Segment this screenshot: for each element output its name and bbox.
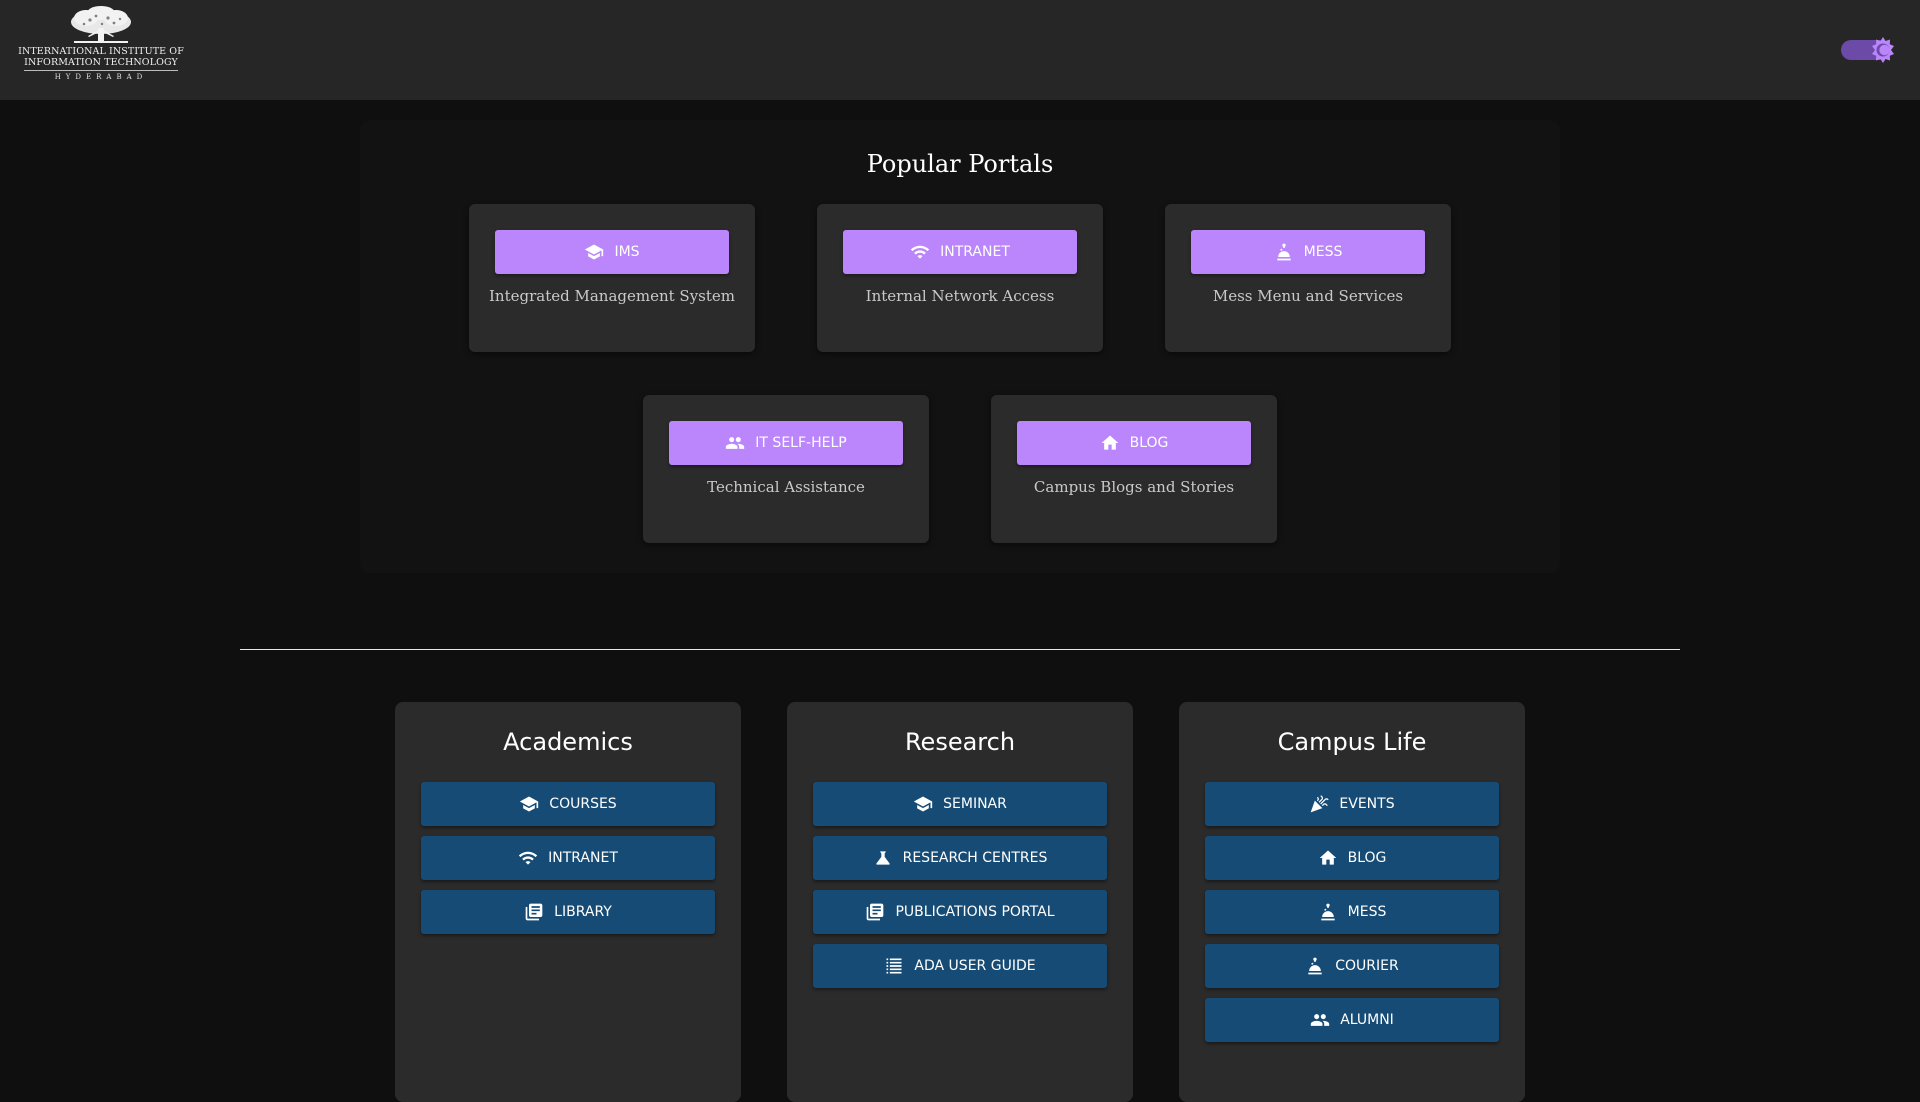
campus-blog-button[interactable]: BLOG (1205, 836, 1499, 880)
header: INTERNATIONAL INSTITUTE OF INFORMATION T… (0, 0, 1920, 100)
institute-logo[interactable]: INTERNATIONAL INSTITUTE OF INFORMATION T… (18, 6, 184, 88)
popular-portals-title: Popular Portals (866, 150, 1054, 178)
wifi-icon (518, 848, 538, 868)
campus-mess-button[interactable]: MESS (1205, 890, 1499, 934)
alumni-button[interactable]: ALUMNI (1205, 998, 1499, 1042)
intranet-button-label: INTRANET (940, 244, 1010, 260)
it-self-help-button[interactable]: IT SELF-HELP (669, 421, 903, 465)
courier-button-label: COURIER (1335, 958, 1399, 974)
ims-button-label: IMS (614, 244, 640, 260)
home-icon (1318, 848, 1338, 868)
food-service-icon (1274, 242, 1294, 262)
it-self-help-button-label: IT SELF-HELP (755, 435, 847, 451)
academics-section: Academics COURSES INTRANET LIBRARY (395, 702, 741, 1102)
people-icon (1310, 1010, 1330, 1030)
seminar-button[interactable]: SEMINAR (813, 782, 1107, 826)
logo-rule (24, 70, 178, 71)
courier-button[interactable]: COURIER (1205, 944, 1499, 988)
people-icon (725, 433, 745, 453)
graduation-cap-icon (913, 794, 933, 814)
sun-icon (1872, 37, 1894, 63)
food-service-icon (1318, 902, 1338, 922)
library-books-icon (524, 902, 544, 922)
graduation-cap-icon (584, 242, 604, 262)
courses-button-label: COURSES (549, 796, 617, 812)
campus-blog-button-label: BLOG (1347, 850, 1387, 866)
research-centres-button[interactable]: RESEARCH CENTRES (813, 836, 1107, 880)
popular-portals-panel: Popular Portals IMS Integrated Managemen… (360, 120, 1560, 573)
research-section: Research SEMINAR RESEARCH CENTRES PUBLIC… (787, 702, 1133, 1102)
food-service-icon (1305, 956, 1325, 976)
seminar-button-label: SEMINAR (943, 796, 1007, 812)
campus-life-title: Campus Life (1277, 728, 1427, 756)
it-self-help-description: Technical Assistance (707, 478, 865, 496)
library-button-label: LIBRARY (554, 904, 612, 920)
portal-card-ims: IMS Integrated Management System (469, 204, 755, 352)
intranet-description: Internal Network Access (865, 287, 1055, 305)
graduation-cap-icon (519, 794, 539, 814)
mess-button-label: MESS (1303, 244, 1343, 260)
publications-portal-button-label: PUBLICATIONS PORTAL (895, 904, 1055, 920)
tree-icon (71, 6, 131, 43)
alumni-button-label: ALUMNI (1340, 1012, 1394, 1028)
section-divider (240, 649, 1680, 650)
research-centres-button-label: RESEARCH CENTRES (902, 850, 1048, 866)
celebration-icon (1309, 794, 1329, 814)
blog-description: Campus Blogs and Stories (1033, 478, 1235, 496)
flask-icon (873, 848, 893, 868)
list-icon (884, 956, 904, 976)
portal-card-it-self-help: IT SELF-HELP Technical Assistance (643, 395, 929, 543)
events-button[interactable]: EVENTS (1205, 782, 1499, 826)
intranet-button[interactable]: INTRANET (843, 230, 1077, 274)
portal-card-intranet: INTRANET Internal Network Access (817, 204, 1103, 352)
portal-card-mess: MESS Mess Menu and Services (1165, 204, 1451, 352)
blog-button-label: BLOG (1129, 435, 1169, 451)
publications-portal-button[interactable]: PUBLICATIONS PORTAL (813, 890, 1107, 934)
home-icon (1100, 433, 1120, 453)
library-button[interactable]: LIBRARY (421, 890, 715, 934)
academics-intranet-button-label: INTRANET (548, 850, 618, 866)
mess-button[interactable]: MESS (1191, 230, 1425, 274)
logo-text-line3: HYDERABAD (54, 73, 148, 81)
portal-card-blog: BLOG Campus Blogs and Stories (991, 395, 1277, 543)
mess-description: Mess Menu and Services (1212, 287, 1404, 305)
research-title: Research (904, 728, 1016, 756)
ims-description: Integrated Management System (489, 287, 735, 305)
ims-button[interactable]: IMS (495, 230, 729, 274)
events-button-label: EVENTS (1339, 796, 1395, 812)
logo-text-line2: INFORMATION TECHNOLOGY (24, 57, 178, 68)
theme-toggle[interactable] (1841, 37, 1895, 63)
logo-text-line1: INTERNATIONAL INSTITUTE OF (18, 46, 184, 57)
campus-mess-button-label: MESS (1347, 904, 1387, 920)
ada-user-guide-button-label: ADA USER GUIDE (914, 958, 1036, 974)
library-books-icon (865, 902, 885, 922)
ada-user-guide-button[interactable]: ADA USER GUIDE (813, 944, 1107, 988)
courses-button[interactable]: COURSES (421, 782, 715, 826)
wifi-icon (910, 242, 930, 262)
campus-life-section: Campus Life EVENTS BLOG MESS COURIER ALU… (1179, 702, 1525, 1102)
academics-intranet-button[interactable]: INTRANET (421, 836, 715, 880)
blog-button[interactable]: BLOG (1017, 421, 1251, 465)
academics-title: Academics (503, 728, 633, 756)
